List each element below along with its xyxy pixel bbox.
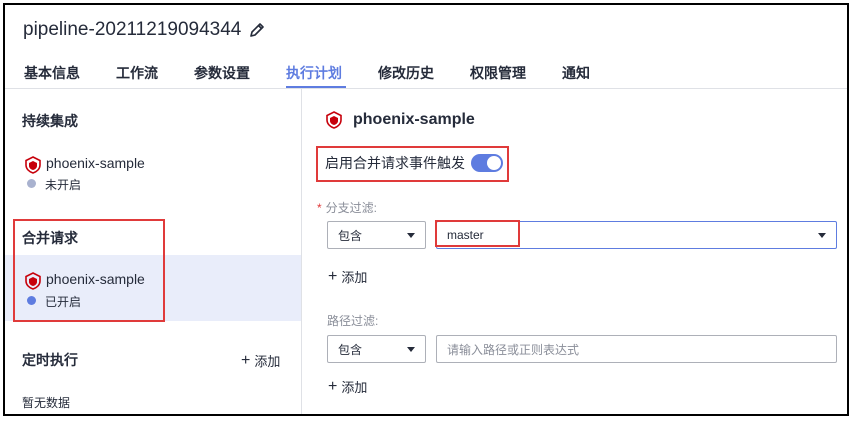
caret-down-icon (818, 233, 826, 238)
sidebar: 持续集成 phoenix-sample 未开启 合并请求 phoenix-sam… (5, 89, 302, 414)
timer-add-button[interactable]: + 添加 (241, 351, 280, 370)
path-filter-placeholder: 请输入路径或正则表达式 (447, 342, 580, 357)
path-filter-mode-select[interactable]: 包含 (327, 335, 426, 363)
pencil-icon[interactable] (249, 22, 265, 38)
highlight-box-toggle (316, 146, 509, 182)
path-filter-label: 路径过滤: (327, 314, 379, 328)
path-filter-input[interactable]: 请输入路径或正则表达式 (436, 335, 837, 363)
plus-icon: + (328, 377, 338, 395)
branch-filter-add-button[interactable]: + 添加 (328, 267, 367, 286)
repo-shield-icon (325, 111, 343, 129)
ci-section-title: 持续集成 (22, 113, 78, 129)
ci-pipeline-status: 未开启 (45, 178, 82, 192)
status-dot-off (27, 179, 36, 188)
tab-bar: 基本信息 工作流 参数设置 执行计划 修改历史 权限管理 通知 (5, 57, 847, 89)
tab-basic-info[interactable]: 基本信息 (24, 63, 80, 83)
highlight-box-branch (435, 220, 520, 247)
main-title: phoenix-sample (353, 111, 475, 128)
tab-notifications[interactable]: 通知 (562, 63, 590, 83)
path-filter-add-label: 添加 (341, 380, 368, 395)
main-panel: phoenix-sample 启用合并请求事件触发 * 分支过滤: 包含 mast… (303, 89, 847, 414)
path-filter-mode-value: 包含 (338, 342, 363, 357)
app-window: pipeline-20211219094344 基本信息 工作流 参数设置 执行… (3, 3, 849, 416)
timer-empty-text: 暂无数据 (22, 396, 71, 410)
page-title: pipeline-20211219094344 (23, 19, 242, 40)
path-filter-add-button[interactable]: + 添加 (328, 377, 367, 396)
plus-icon: + (328, 267, 338, 285)
branch-filter-label: * 分支过滤: (317, 199, 377, 216)
branch-filter-mode-select[interactable]: 包含 (327, 221, 426, 249)
highlight-box-merge-request (13, 219, 165, 322)
caret-down-icon (407, 347, 415, 352)
tab-workflow[interactable]: 工作流 (116, 63, 158, 83)
tab-parameters[interactable]: 参数设置 (194, 63, 250, 83)
tab-permissions[interactable]: 权限管理 (470, 63, 526, 83)
required-mark: * (317, 201, 322, 215)
main-header: phoenix-sample (325, 111, 475, 129)
ci-pipeline-item[interactable]: phoenix-sample 未开启 (5, 139, 301, 205)
timer-section-title: 定时执行 (22, 352, 78, 368)
ci-pipeline-name: phoenix-sample (46, 155, 145, 171)
timer-add-label: 添加 (254, 354, 281, 369)
plus-icon: + (241, 351, 251, 369)
tab-history[interactable]: 修改历史 (378, 63, 434, 83)
repo-shield-icon (24, 156, 42, 174)
branch-filter-mode-value: 包含 (338, 228, 363, 243)
branch-filter-add-label: 添加 (341, 270, 368, 285)
tab-execution-plan[interactable]: 执行计划 (286, 63, 342, 83)
branch-filter-label-text: 分支过滤: (325, 201, 378, 215)
page-header: pipeline-20211219094344 (23, 17, 265, 43)
caret-down-icon (407, 233, 415, 238)
active-tab-indicator (286, 86, 346, 88)
